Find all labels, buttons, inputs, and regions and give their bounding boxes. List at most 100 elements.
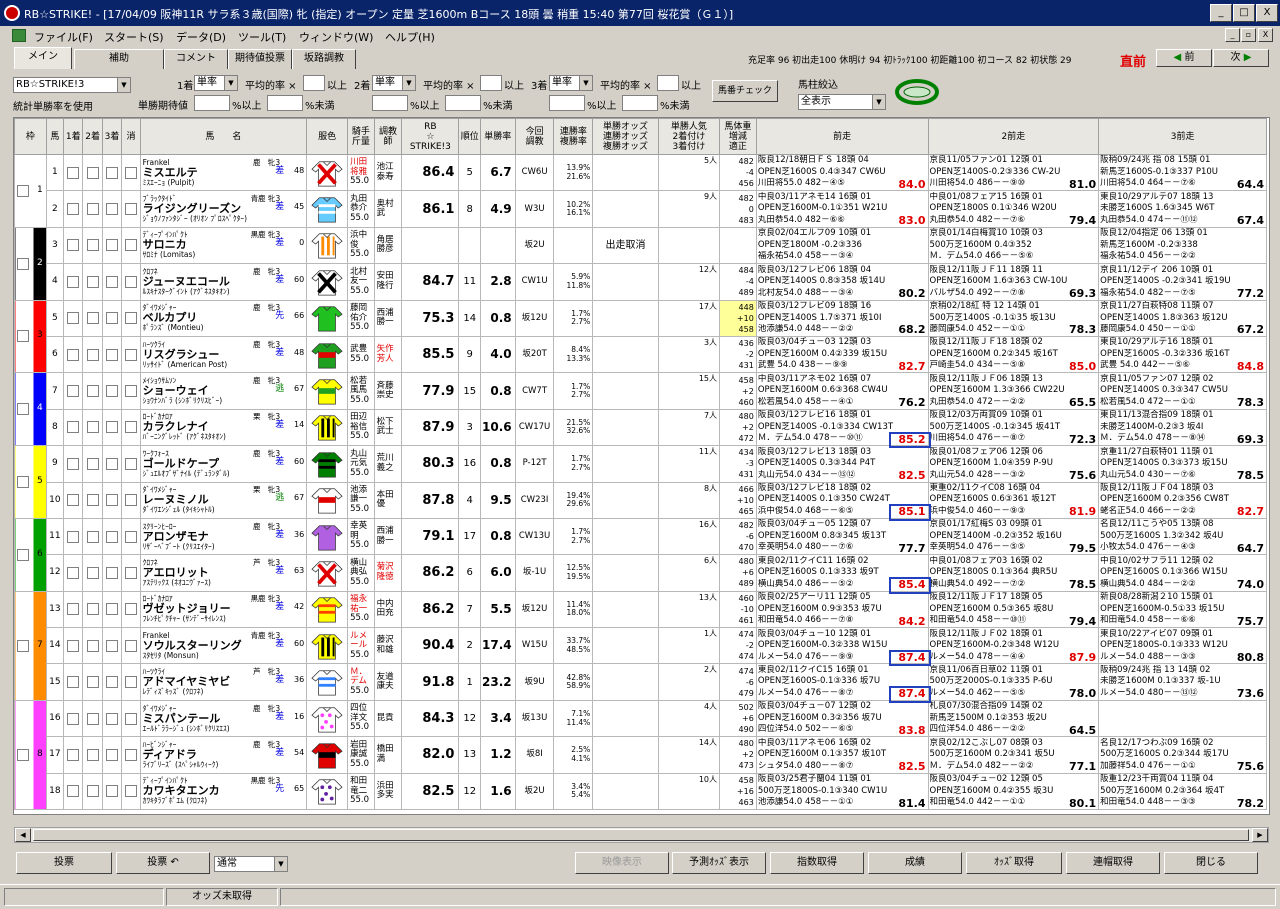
scratch-checkbox[interactable] (124, 348, 137, 361)
scratch-checkbox[interactable] (124, 676, 137, 689)
first-place-checkbox-cell[interactable] (63, 627, 84, 665)
third-place-checkbox-cell[interactable] (101, 517, 123, 556)
first-place-checkbox[interactable] (67, 676, 80, 689)
avg-rate-input-2[interactable] (480, 75, 502, 91)
table-row[interactable]: 6 11 ｽｸﾘｰﾝﾋｰﾛｰ鹿 牝3 アロンザモナ差 36 ﾘｻﾞｰﾍﾞﾌﾞｰﾄ (ｸﾘｽ… (14, 517, 1267, 592)
next-race-button[interactable]: 次 ▶ (1213, 49, 1269, 67)
second-place-checkbox[interactable] (86, 275, 99, 288)
menu-window[interactable]: ウィンドウ(W) (299, 29, 373, 45)
table-row[interactable]: 4 7 ﾒｲｼｮｳｻﾑｿﾝ鹿 牝3 ショーウェイ逃 67 ｼｮｳﾅﾝﾊﾞﾗ (ｼﾝﾎﾞﾘｸ… (14, 372, 1267, 447)
horse-name-cell[interactable]: ﾃﾞｨｰﾌﾟｲﾝﾊﾟｸﾄ 黒鹿 牝3 サロニカ差 0 ｻﾛﾐﾅ (Lomitas) (139, 226, 308, 265)
tab-slope-training[interactable]: 坂路調教 (292, 49, 356, 69)
minimize-button[interactable]: _ (1210, 4, 1232, 22)
table-row[interactable]: 5 9 ﾜｰｸﾌｫｰｽ鹿 牝3 ゴールドケープ差 60 ｼﾞｭｴﾙｵﾌﾞｻﾞﾅｲﾙ (ﾃﾞ… (14, 445, 1267, 519)
horse-name-cell[interactable]: ﾃﾞｨｰﾌﾟｲﾝﾊﾟｸﾄ 黒鹿 牝3 カワキタエンカ先 65 ｶﾜｷﾀﾗﾌﾞﾎﾟｴﾑ (… (139, 772, 308, 811)
past-race-2[interactable]: 阪良12/03万両賞09 10頭 01 500万芝1400S -0.1②345 坂… (927, 408, 1100, 447)
tab-expectation-vote[interactable]: 期待値投票 (228, 49, 292, 69)
first-place-checkbox[interactable] (67, 457, 80, 470)
second-place-checkbox-cell[interactable] (82, 627, 103, 665)
third-place-checkbox[interactable] (106, 275, 119, 288)
vote-undo-button[interactable]: 投票 ↶ (116, 852, 210, 874)
mdi-close-button[interactable]: X (1258, 28, 1273, 42)
past-race-2[interactable]: 阪良12/11阪ＪＦ18 18頭 02 OPEN芝1600M 0.2②345 坂1… (927, 335, 1100, 374)
third-place-checkbox[interactable] (106, 603, 119, 616)
past-race-2[interactable]: 東重02/11クイC08 16頭 04 OPEN芝1600S 0.6③361 坂1… (927, 481, 1100, 519)
horse-name-cell[interactable]: ﾜｰｸﾌｫｰｽ鹿 牝3 ゴールドケープ差 60 ｼﾞｭｴﾙｵﾌﾞｻﾞﾅｲﾙ (ﾃﾞｭﾗ… (139, 445, 308, 483)
past-race-1[interactable]: 阪良02/25アーリ11 12頭 05 OPEN芝1600M 0.9③353 坂7… (755, 590, 929, 629)
third-place-checkbox-cell[interactable] (101, 772, 123, 811)
first-place-checkbox-cell[interactable] (63, 663, 84, 701)
past-race-3[interactable]: 阪稍09/24兆 指 13 14頭 02 未勝芝1600M 0.1③337 坂-1… (1098, 663, 1267, 701)
header-6[interactable]: 馬 名 (139, 118, 308, 155)
past-race-2[interactable]: 阪良03/04チュ－02 12頭 05 OPEN芝1600M 0.4②355 坂3… (927, 772, 1100, 811)
past-race-3[interactable]: 京良11/12デイ 206 10頭 01 OPEN芝1400S -0.2③341 … (1098, 263, 1267, 301)
tab-aux[interactable]: 補助 (74, 49, 164, 69)
scratch-checkbox-cell[interactable] (121, 663, 141, 701)
scratch-checkbox[interactable] (124, 457, 137, 470)
past-race-1[interactable]: 阪良12/18朝日ＦＳ 18頭 04 OPEN芝1600S 0.4③347 CW6… (755, 153, 929, 192)
profile-select[interactable]: RB☆STRIKE!3 ▼ (13, 77, 131, 93)
horse-name-cell[interactable]: Frankel 鹿 牝3 ミスエルテ差 48 ﾐｽｴｰﾆｮ (Pulpit) (139, 153, 308, 192)
header-4[interactable]: 3着 (101, 118, 123, 155)
scratch-checkbox-cell[interactable] (121, 335, 141, 374)
waku-checkbox[interactable] (17, 548, 29, 561)
header-18[interactable]: 前走 (755, 118, 929, 155)
scratch-checkbox[interactable] (124, 639, 137, 652)
past-race-3[interactable]: 阪良12/04指定 06 13頭 01 新馬芝1600M -0.2③338 福永祐5… (1098, 226, 1267, 265)
waku-cell[interactable]: 5 (14, 445, 47, 519)
past-race-3[interactable]: 京重11/27白萩特01 11頭 01 OPEN芝1400S 0.3③373 坂1… (1098, 445, 1267, 483)
second-place-checkbox[interactable] (86, 676, 99, 689)
scratch-checkbox-cell[interactable] (121, 226, 141, 265)
third-place-checkbox[interactable] (106, 530, 119, 543)
third-place-checkbox[interactable] (106, 712, 119, 725)
second-place-checkbox-cell[interactable] (82, 736, 103, 774)
third-place-checkbox-cell[interactable] (101, 190, 123, 228)
table-row[interactable]: 4 ｸﾛﾌﾈ鹿 牝3 ジューヌエコール差 60 ﾙｽｷﾅｽﾀｰｸﾞｲﾝﾄ (ｱｸﾞﾈｽﾀ… (15, 263, 1267, 301)
header-12[interactable]: 単勝率 (479, 118, 516, 155)
third-place-checkbox[interactable] (106, 166, 119, 179)
waku-checkbox[interactable] (17, 257, 29, 270)
scratch-checkbox[interactable] (124, 421, 137, 434)
scratch-checkbox[interactable] (124, 566, 137, 579)
past-race-3[interactable]: 阪重12/23千両賞04 11頭 04 500万芝1600M 0.2③364 坂4… (1098, 772, 1267, 811)
third-place-checkbox-cell[interactable] (101, 408, 123, 447)
third-place-checkbox[interactable] (106, 676, 119, 689)
first-place-checkbox-cell[interactable] (63, 408, 84, 447)
waku-cell[interactable]: 7 (14, 590, 47, 701)
third-place-checkbox[interactable] (106, 385, 119, 398)
third-place-checkbox-cell[interactable] (101, 663, 123, 701)
avg-rate-input-3[interactable] (657, 75, 679, 91)
second-place-checkbox-cell[interactable] (82, 226, 103, 265)
c3-min-input[interactable] (549, 95, 585, 111)
first-place-checkbox-cell[interactable] (63, 226, 84, 265)
scratch-checkbox-cell[interactable] (121, 699, 141, 738)
c2-min-input[interactable] (372, 95, 408, 111)
first-place-checkbox-cell[interactable] (63, 335, 84, 374)
scratch-checkbox[interactable] (124, 385, 137, 398)
third-place-checkbox[interactable] (106, 639, 119, 652)
past-race-2[interactable]: 阪良12/11阪ＪＦ06 18頭 13 OPEN芝1600M 1.3③366 CW… (927, 372, 1100, 410)
waku-checkbox[interactable] (17, 184, 29, 197)
second-place-checkbox-cell[interactable] (82, 663, 103, 701)
past-race-1[interactable]: 阪良03/25君子蘭04 11頭 01 500万芝1800S-0.1③340 CW… (755, 772, 929, 811)
past-race-2[interactable]: 京稍02/18紅 特 12 14頭 01 500万芝1400S -0.1①35 坂… (927, 299, 1100, 337)
first-place-checkbox[interactable] (67, 203, 80, 216)
close-window-button[interactable]: 閉じる (1164, 852, 1258, 874)
scratch-checkbox[interactable] (124, 530, 137, 543)
past-race-3[interactable] (1098, 699, 1267, 738)
past-race-3[interactable]: 東良11/13混合指09 18頭 01 未勝芝1400M-0.2③3 坂4I Ｍ．デ… (1098, 408, 1267, 447)
third-place-checkbox[interactable] (106, 494, 119, 507)
horse-name-cell[interactable]: Frankel 青鹿 牝3 ソウルスターリング差 60 ｽﾀｾﾘﾀ (Monsun) (139, 627, 308, 665)
past-race-1[interactable]: 京良02/04エルフ09 10頭 01 OPEN芝1800M -0.2③336 福永… (755, 226, 929, 265)
first-place-checkbox[interactable] (67, 494, 80, 507)
first-place-checkbox[interactable] (67, 166, 80, 179)
horse-name-cell[interactable]: ﾛｰﾄﾞｶﾅﾛｱ 黒鹿 牝3 ヴゼットジョリー差 42 ﾌﾚﾝﾁﾋﾟｸﾁｬｰ (ｻﾝﾃﾞ… (139, 590, 308, 629)
scratch-checkbox[interactable] (124, 203, 137, 216)
second-place-checkbox-cell[interactable] (82, 335, 103, 374)
horse-name-cell[interactable]: ﾀﾞｲﾜﾒｼﾞｬｰ鹿 牝3 ベルカプリ先 66 ﾎﾟﾗﾝｽﾞ (Montieu) (139, 299, 308, 337)
header-8[interactable]: 騎手 斤量 (347, 118, 375, 155)
past-race-1[interactable]: 中良03/11アネモ14 16頭 01 OPEN芝1600M-0.1①351 W2… (755, 190, 929, 228)
header-17[interactable]: 馬体重 増減 適正 (719, 118, 757, 155)
scratch-checkbox-cell[interactable] (121, 627, 141, 665)
first-place-checkbox[interactable] (67, 712, 80, 725)
